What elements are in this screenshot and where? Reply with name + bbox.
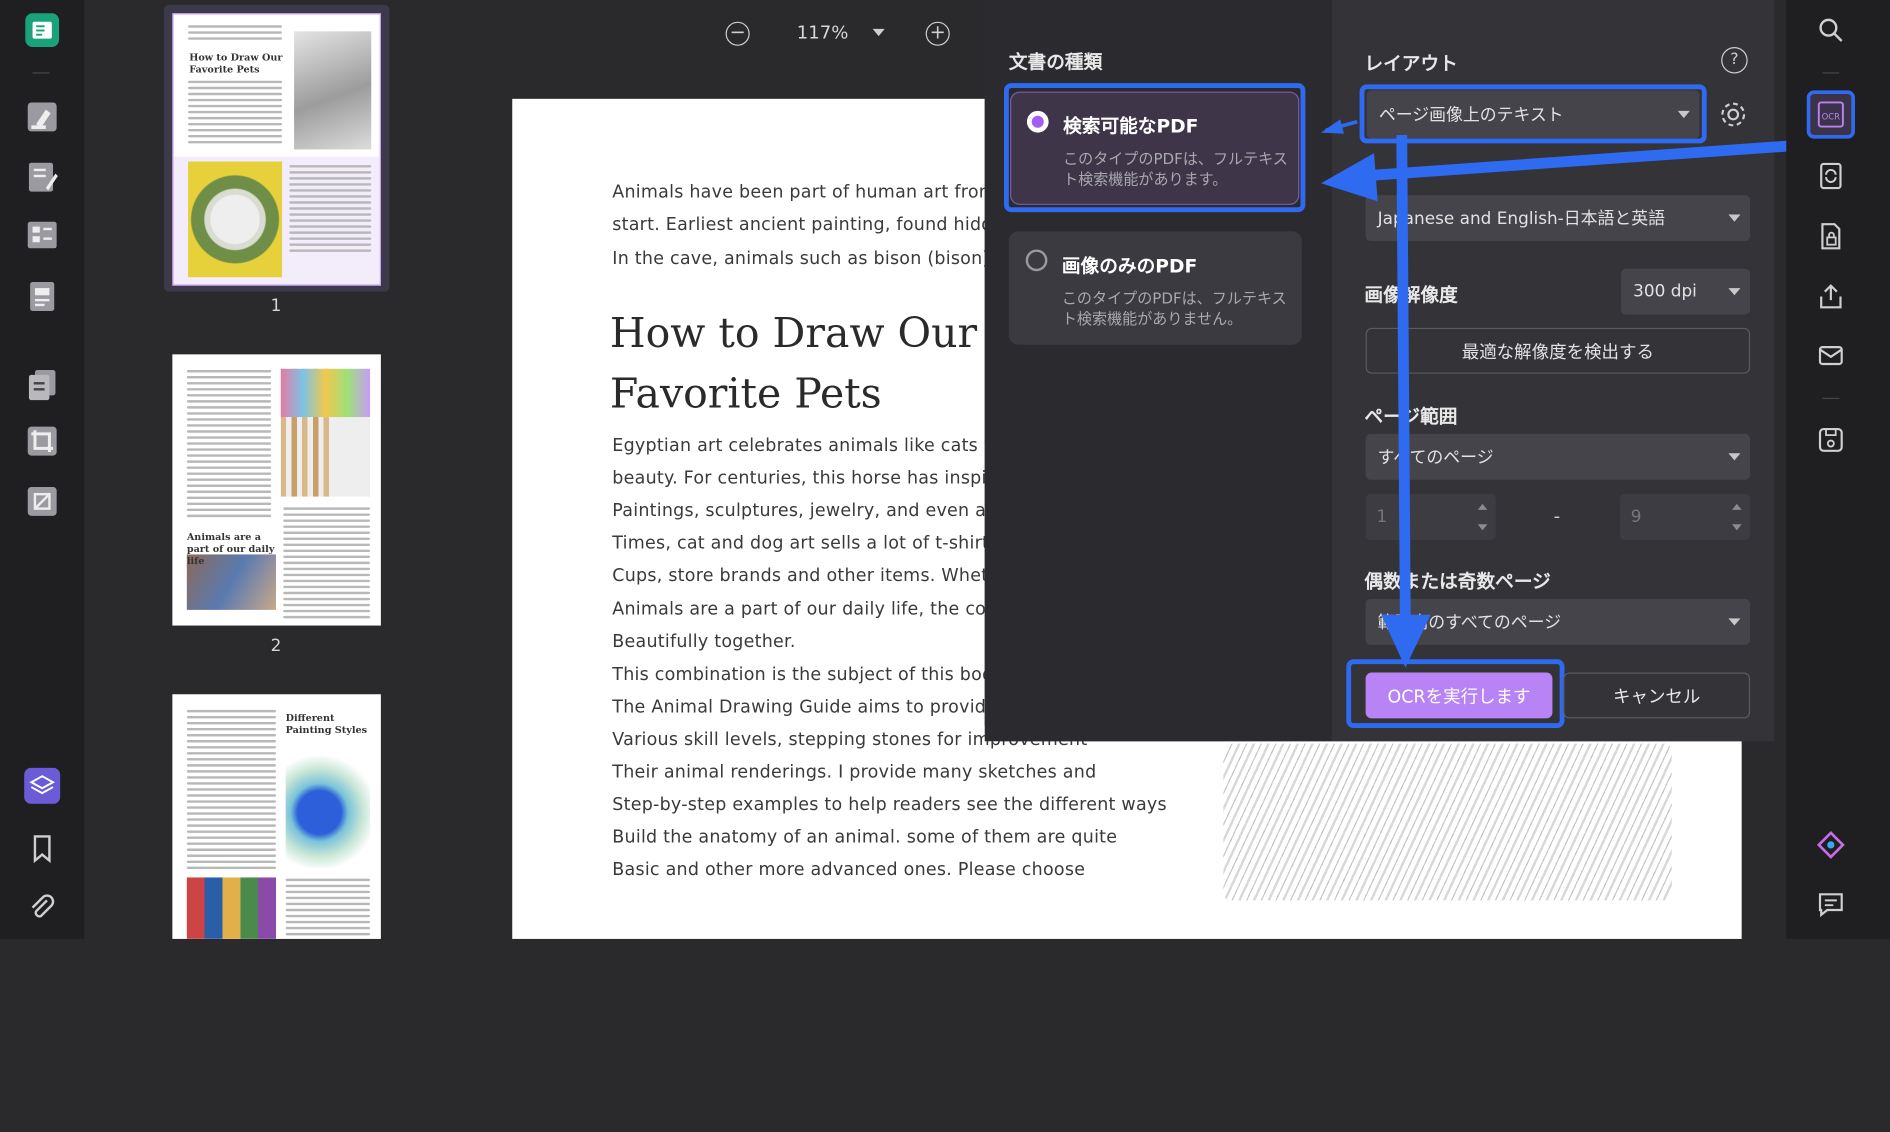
highlighter-icon[interactable]	[23, 98, 62, 137]
heading-line: Favorite Pets	[609, 370, 882, 419]
resolution-label: 画像解像度	[1364, 284, 1458, 307]
bookmark-icon[interactable]	[23, 829, 62, 868]
layout-settings-icon[interactable]	[1719, 100, 1748, 129]
left-toolbar	[0, 0, 85, 939]
ai-assistant-icon[interactable]	[1815, 829, 1846, 860]
image-only-pdf-radio[interactable]	[1025, 249, 1048, 272]
text-line: Times, cat and dog art sells a lot of t-…	[612, 534, 1047, 554]
ocr-icon[interactable]: OCR	[1806, 90, 1855, 139]
document-type-label: 文書の種類	[1008, 51, 1103, 74]
thumbnail-heading: How to Draw Our Favorite Pets	[189, 50, 283, 75]
thumbnail-page-number: 2	[270, 636, 282, 656]
text-line: Beautifully together.	[612, 632, 796, 652]
text-line: Paintings, sculptures, jewelry, and even…	[612, 501, 1045, 521]
text-line: Build the anatomy of an animal. some of …	[612, 828, 1118, 848]
option-title: 画像のみのPDF	[1061, 255, 1198, 278]
thumbnail-heading: Animals are a part of our daily life	[186, 530, 275, 567]
zoom-dropdown-icon[interactable]	[872, 28, 885, 37]
language-dropdown[interactable]: Japanese and English-日本語と英語	[1365, 195, 1751, 242]
range-dash: -	[1553, 505, 1561, 527]
highlight-box	[1004, 83, 1306, 213]
option-description: このタイプのPDFは、フルテキスト検索機能がありません。	[1061, 289, 1287, 328]
odd-even-label: 偶数または奇数ページ	[1364, 571, 1551, 594]
reader-mode-icon[interactable]	[23, 11, 62, 50]
sketch-illustration	[1223, 743, 1672, 901]
thumbnail-page-3[interactable]: Different Painting Styles	[172, 694, 381, 939]
edit-pdf-icon[interactable]	[23, 158, 62, 197]
image-only-pdf-option[interactable]: 画像のみのPDF このタイプのPDFは、フルテキスト検索機能がありません。	[1008, 231, 1302, 345]
text-line: Animals are a part of our daily life, th…	[612, 599, 1043, 619]
organize-pages-icon[interactable]	[23, 365, 62, 404]
heading-line: How to Draw Our	[609, 309, 978, 358]
page-range-label: ページ範囲	[1364, 406, 1458, 428]
zoom-out-button[interactable]: −	[725, 21, 750, 46]
redact-icon[interactable]	[23, 277, 62, 316]
crop-icon[interactable]	[23, 422, 62, 461]
page-range-value: すべてのページ	[1377, 448, 1494, 468]
convert-icon[interactable]	[1815, 160, 1846, 191]
search-icon[interactable]	[1815, 14, 1846, 45]
right-toolbar	[1786, 0, 1890, 939]
zoom-in-button[interactable]: +	[925, 21, 950, 46]
range-to-input[interactable]: 9	[1619, 494, 1751, 540]
text-line: beauty. For centuries, this horse has in…	[612, 468, 1016, 489]
language-value: Japanese and English-日本語と英語	[1377, 209, 1666, 230]
page-range-dropdown[interactable]: すべてのページ	[1365, 433, 1751, 480]
text-line: Their animal renderings. I provide many …	[612, 762, 1097, 783]
email-icon[interactable]	[1815, 340, 1846, 371]
range-from-value: 1	[1376, 507, 1388, 527]
text-line: Cups, store brands and other items. Whet…	[612, 566, 1047, 587]
compress-icon[interactable]	[23, 482, 62, 521]
help-icon[interactable]: ?	[1721, 47, 1748, 74]
text-line: Basic and other more advanced ones. Plea…	[612, 860, 1086, 881]
thumbnail-page-2[interactable]: Animals are a part of our daily life	[172, 354, 381, 626]
thumbnail-page-number: 1	[270, 296, 282, 316]
zoom-level[interactable]: 117%	[797, 22, 849, 44]
highlight-box	[1346, 659, 1565, 729]
text-line: The Animal Drawing Guide aims to provide…	[612, 697, 1048, 717]
range-from-input[interactable]: 1	[1365, 494, 1496, 540]
text-line: Egyptian art celebrates animals like cat…	[612, 436, 1045, 456]
cancel-button[interactable]: キャンセル	[1563, 672, 1751, 719]
layers-icon[interactable]	[23, 767, 62, 806]
attachment-icon[interactable]	[23, 888, 62, 927]
save-icon[interactable]	[1815, 424, 1846, 455]
svg-text:OCR: OCR	[1822, 111, 1841, 121]
text-line: This combination is the subject of this …	[612, 664, 1041, 685]
detect-resolution-button[interactable]: 最適な解像度を検出する	[1365, 327, 1751, 374]
resolution-dropdown[interactable]: 300 dpi	[1621, 268, 1751, 315]
text-line: In the cave, animals such as bison (biso…	[612, 249, 1048, 269]
resolution-value: 300 dpi	[1633, 282, 1697, 302]
layout-label: レイアウト	[1364, 53, 1458, 75]
thumbnail-page-1[interactable]: How to Draw Our Favorite Pets	[172, 13, 381, 286]
odd-even-value: 範囲内のすべてのページ	[1377, 613, 1562, 633]
thumbnail-heading: Different Painting Styles	[285, 711, 368, 736]
highlight-box	[1359, 84, 1707, 144]
text-line: Step-by-step examples to help readers se…	[612, 795, 1167, 815]
page-heading: How to Draw Our Favorite Pets	[610, 304, 977, 425]
range-to-value: 9	[1630, 507, 1642, 527]
text-line: Animals have been part of human art from…	[612, 183, 1049, 203]
share-icon[interactable]	[1815, 281, 1846, 312]
form-icon[interactable]	[23, 216, 62, 255]
text-line: start. Earliest ancient painting, found …	[612, 216, 1015, 236]
odd-even-dropdown[interactable]: 範囲内のすべてのページ	[1365, 599, 1751, 645]
comment-icon[interactable]	[1815, 888, 1846, 919]
protect-icon[interactable]	[1815, 221, 1846, 252]
